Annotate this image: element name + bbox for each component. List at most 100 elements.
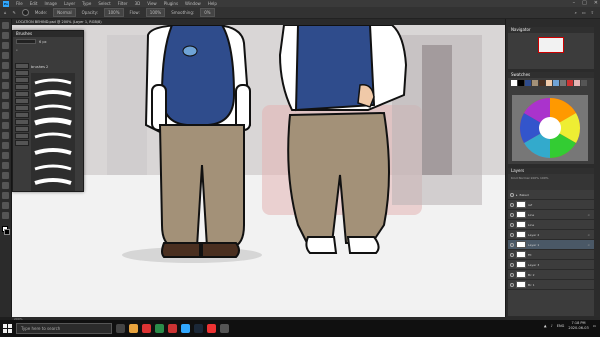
shape-tool-icon[interactable]: [2, 192, 9, 199]
swatch[interactable]: [532, 80, 538, 86]
menu-type[interactable]: Type: [82, 1, 91, 6]
eye-icon[interactable]: [510, 212, 514, 217]
brush-preset-thumb[interactable]: [15, 91, 29, 97]
eyedropper-tool-icon[interactable]: [2, 72, 9, 79]
brush-stroke-previews[interactable]: [31, 73, 75, 191]
menu-plugins[interactable]: Plugins: [164, 1, 178, 6]
history-brush-tool-icon[interactable]: [2, 112, 9, 119]
layer-opacity-field[interactable]: 100%: [530, 176, 539, 180]
pen-tool-icon[interactable]: [2, 162, 9, 169]
brush-preset-thumb[interactable]: [15, 105, 29, 111]
swatch[interactable]: [581, 80, 587, 86]
layer-filter-select[interactable]: Kind: [511, 176, 518, 180]
color-wheel-swatches[interactable]: [512, 95, 588, 161]
layer-row[interactable]: Fit: [508, 250, 594, 260]
clock[interactable]: 7:18 PM 2020-06-03: [568, 321, 588, 331]
workspace-icon[interactable]: ▭: [582, 10, 586, 15]
swatch[interactable]: [511, 80, 517, 86]
brush-preset-picker[interactable]: [21, 9, 29, 16]
close-button[interactable]: ✕: [594, 0, 598, 6]
menu-help[interactable]: Help: [208, 1, 217, 6]
brush-preset-thumb[interactable]: [15, 70, 29, 76]
blend-mode-select[interactable]: Normal: [519, 176, 530, 180]
menu-3d[interactable]: 3D: [135, 1, 141, 6]
steam-icon[interactable]: [194, 324, 203, 333]
layer-row[interactable]: Line: [508, 220, 594, 230]
layer-row[interactable]: ▸ Baked: [508, 190, 594, 200]
canvas[interactable]: [12, 25, 505, 317]
hand-tool-icon[interactable]: [2, 202, 9, 209]
mode-select[interactable]: Normal: [53, 8, 76, 17]
eye-icon[interactable]: [510, 282, 514, 287]
maximize-button[interactable]: □: [582, 0, 587, 6]
layer-row[interactable]: Bc 1: [508, 280, 594, 290]
healing-tool-icon[interactable]: [2, 82, 9, 89]
notification-icon[interactable]: ▭: [593, 324, 596, 328]
opacity-field[interactable]: 100%: [104, 8, 124, 17]
app-green-icon[interactable]: [155, 324, 164, 333]
minimize-button[interactable]: –: [573, 0, 576, 6]
brush-size-value[interactable]: 6 px: [39, 40, 47, 44]
blur-tool-icon[interactable]: [2, 142, 9, 149]
menu-view[interactable]: View: [147, 1, 157, 6]
swatch[interactable]: [574, 80, 580, 86]
network-icon[interactable]: ▲: [544, 324, 547, 328]
brush-preset-thumb[interactable]: [15, 112, 29, 118]
marquee-tool-icon[interactable]: [2, 32, 9, 39]
navigator-thumbnail[interactable]: [538, 37, 564, 53]
smoothing-field[interactable]: 0%: [200, 8, 215, 17]
layer-row[interactable]: Layer 3: [508, 260, 594, 270]
menu-file[interactable]: File: [16, 1, 23, 6]
swatch[interactable]: [525, 80, 531, 86]
brush-preset-thumb[interactable]: [15, 140, 29, 146]
stamp-tool-icon[interactable]: [2, 102, 9, 109]
layer-row[interactable]: Layer 2 ∞: [508, 230, 594, 240]
brush-preset-thumb[interactable]: [15, 133, 29, 139]
app-red2-icon[interactable]: [168, 324, 177, 333]
home-icon[interactable]: ⌂: [4, 10, 7, 15]
brush-size-slider[interactable]: [16, 39, 36, 44]
gradient-tool-icon[interactable]: [2, 132, 9, 139]
brush-preset-thumb[interactable]: [15, 119, 29, 125]
brush-folder[interactable]: brushes 2: [31, 65, 48, 69]
photoshop-taskbar-icon[interactable]: [181, 324, 190, 333]
search-icon[interactable]: ⌕: [575, 10, 577, 15]
brush-preset-thumb[interactable]: [15, 84, 29, 90]
swatch[interactable]: [560, 80, 566, 86]
dodge-tool-icon[interactable]: [2, 152, 9, 159]
swatch[interactable]: [518, 80, 524, 86]
flow-field[interactable]: 100%: [145, 8, 166, 17]
menu-window[interactable]: Window: [185, 1, 201, 6]
layer-row[interactable]: ref: [508, 200, 594, 210]
app-gray-icon[interactable]: [220, 324, 229, 333]
brush-search-icon[interactable]: ⌕: [16, 48, 18, 52]
menu-edit[interactable]: Edit: [30, 1, 38, 6]
lasso-tool-icon[interactable]: [2, 42, 9, 49]
layer-fill-field[interactable]: 100%: [540, 176, 549, 180]
quick-select-tool-icon[interactable]: [2, 52, 9, 59]
type-tool-icon[interactable]: [2, 172, 9, 179]
eye-icon[interactable]: [510, 202, 514, 207]
taskbar-search-box[interactable]: Type here to search: [16, 323, 112, 334]
eye-icon[interactable]: [510, 262, 514, 267]
layer-row[interactable]: Line ∞: [508, 210, 594, 220]
layer-row-selected[interactable]: Layer 1 ∞: [508, 240, 594, 250]
eye-icon[interactable]: [510, 252, 514, 257]
menu-select[interactable]: Select: [98, 1, 110, 6]
zoom-tool-icon[interactable]: [2, 212, 9, 219]
windows-start-icon[interactable]: [3, 324, 12, 333]
swatch[interactable]: [539, 80, 545, 86]
menu-image[interactable]: Image: [44, 1, 57, 6]
eye-icon[interactable]: [510, 232, 514, 237]
share-icon[interactable]: ⇪: [591, 10, 594, 15]
brush-preset-thumb[interactable]: [15, 98, 29, 104]
eye-icon[interactable]: [510, 242, 514, 247]
eye-icon[interactable]: [510, 272, 514, 277]
app-red-icon[interactable]: [142, 324, 151, 333]
swatch[interactable]: [553, 80, 559, 86]
brush-preset-thumb[interactable]: [15, 63, 29, 69]
eye-icon[interactable]: [510, 222, 514, 227]
brush-preset-thumb[interactable]: [15, 126, 29, 132]
swatch[interactable]: [546, 80, 552, 86]
path-select-tool-icon[interactable]: [2, 182, 9, 189]
